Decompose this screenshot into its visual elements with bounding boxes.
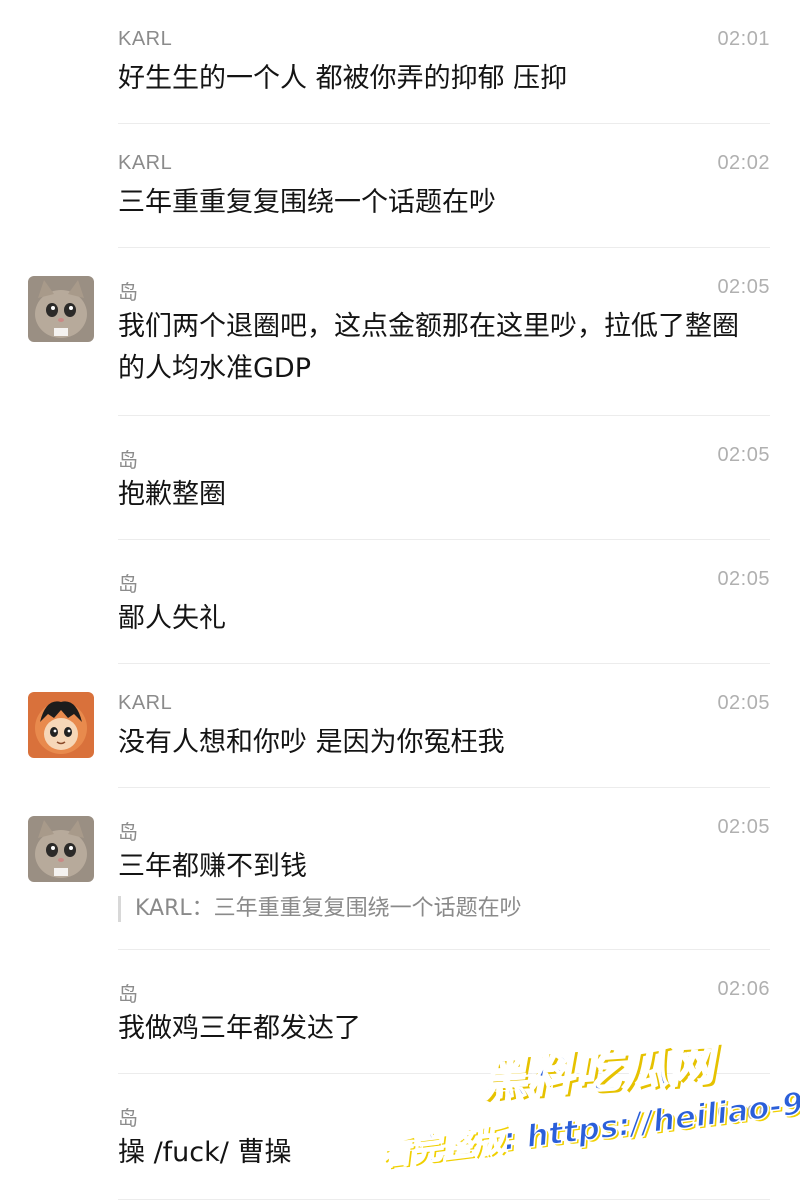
sender-name: 岛 — [118, 984, 139, 1006]
message-time: 02:06 — [717, 978, 770, 1000]
message-item[interactable]: 岛 02:06 操 /fuck/ 曹操 — [0, 1074, 800, 1200]
sender-name: KARL — [118, 28, 173, 50]
message-text: 三年都赚不到钱 — [118, 851, 307, 882]
astro-boy-avatar[interactable] — [28, 692, 94, 758]
message-text: 没有人想和你吵 是因为你冤枉我 — [118, 727, 505, 758]
cat-avatar[interactable] — [28, 276, 94, 342]
message-text: 好生生的一个人 都被你弄的抑郁 压抑 — [118, 63, 568, 94]
message-list[interactable]: KARL 02:01 好生生的一个人 都被你弄的抑郁 压抑 KARL 02:02… — [0, 0, 800, 1200]
quoted-reply[interactable]: KARL：三年重重复复围绕一个话题在吵 — [118, 896, 522, 922]
message-item[interactable]: KARL 02:02 三年重重复复围绕一个话题在吵 — [0, 124, 800, 248]
sender-name: KARL — [118, 692, 173, 714]
sender-name: 岛 — [118, 450, 139, 472]
sender-name: 岛 — [118, 822, 139, 844]
message-time: 02:05 — [717, 692, 770, 714]
sender-name: 岛 — [118, 1108, 139, 1130]
message-text: 抱歉整圈 — [118, 479, 226, 510]
message-text: 我们两个退圈吧，这点金额那在这里吵，拉低了整圈的人均水准GDP — [118, 311, 739, 384]
message-time: 02:06 — [717, 1102, 770, 1124]
sender-name: KARL — [118, 152, 173, 174]
message-item[interactable]: 岛 02:06 我做鸡三年都发达了 — [0, 950, 800, 1074]
message-text: 三年重重复复围绕一个话题在吵 — [118, 187, 496, 218]
sender-name: 岛 — [118, 282, 139, 304]
message-item[interactable]: 岛 02:05 三年都赚不到钱 KARL：三年重重复复围绕一个话题在吵 — [0, 788, 800, 950]
sender-name: 岛 — [118, 574, 139, 596]
message-item[interactable]: KARL 02:05 没有人想和你吵 是因为你冤枉我 — [0, 664, 800, 788]
message-time: 02:01 — [717, 28, 770, 50]
message-time: 02:05 — [717, 568, 770, 590]
message-item[interactable]: KARL 02:01 好生生的一个人 都被你弄的抑郁 压抑 — [0, 0, 800, 124]
message-text: 鄙人失礼 — [118, 603, 226, 634]
message-time: 02:05 — [717, 444, 770, 466]
message-text: 操 /fuck/ 曹操 — [118, 1137, 292, 1168]
message-text: 我做鸡三年都发达了 — [118, 1013, 361, 1044]
message-item[interactable]: 岛 02:05 鄙人失礼 — [0, 540, 800, 664]
message-time: 02:05 — [717, 816, 770, 838]
message-item[interactable]: 岛 02:05 抱歉整圈 — [0, 416, 800, 540]
message-item[interactable]: 岛 02:05 我们两个退圈吧，这点金额那在这里吵，拉低了整圈的人均水准GDP — [0, 248, 800, 416]
message-time: 02:05 — [717, 276, 770, 298]
message-time: 02:02 — [717, 152, 770, 174]
cat-avatar[interactable] — [28, 816, 94, 882]
